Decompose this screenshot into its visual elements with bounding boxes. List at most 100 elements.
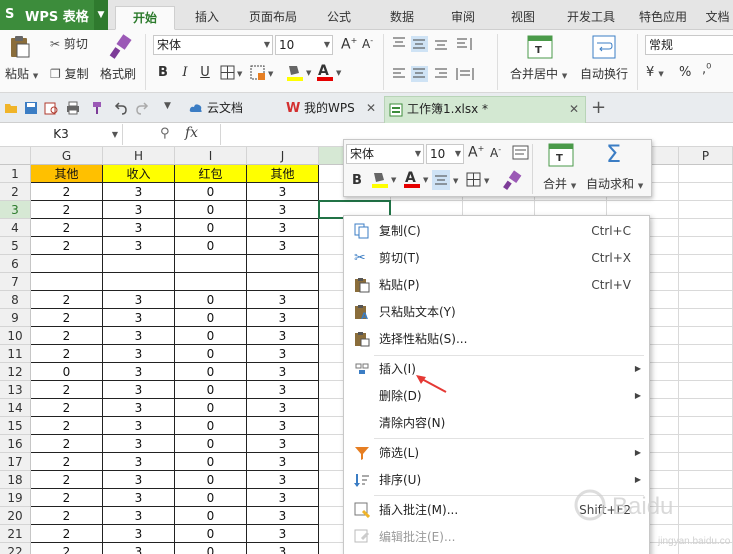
table-cell[interactable]: 3 bbox=[247, 219, 319, 237]
empty-cell[interactable] bbox=[679, 399, 733, 417]
currency-format-icon[interactable]: ¥ ▼ bbox=[646, 65, 664, 80]
table-cell[interactable]: 3 bbox=[103, 435, 175, 453]
horizontal-align-icons[interactable] bbox=[391, 66, 491, 82]
table-cell[interactable]: 0 bbox=[175, 219, 247, 237]
empty-cell[interactable] bbox=[679, 165, 733, 183]
row-header[interactable]: 13 bbox=[0, 381, 31, 399]
row-header[interactable]: 17 bbox=[0, 453, 31, 471]
font-color-icon[interactable]: A ▼ bbox=[315, 63, 345, 83]
table-cell[interactable]: 2 bbox=[31, 237, 103, 255]
row-header[interactable]: 15 bbox=[0, 417, 31, 435]
table-cell[interactable]: 3 bbox=[247, 237, 319, 255]
table-cell[interactable]: 0 bbox=[31, 363, 103, 381]
row-header[interactable]: 11 bbox=[0, 345, 31, 363]
table-cell[interactable]: 3 bbox=[247, 399, 319, 417]
tab-doc-assistant[interactable]: 文档助 bbox=[702, 6, 733, 30]
row-header[interactable]: 18 bbox=[0, 471, 31, 489]
undo-icon[interactable] bbox=[113, 101, 127, 115]
print-preview-icon[interactable] bbox=[44, 101, 58, 115]
table-cell[interactable] bbox=[103, 255, 175, 273]
table-cell[interactable]: 3 bbox=[103, 183, 175, 201]
doc-tab-workbook[interactable]: 工作簿1.xlsx * ✕ bbox=[384, 96, 586, 123]
mini-clear-format-icon[interactable] bbox=[512, 145, 530, 161]
tab-insert[interactable]: 插入 bbox=[182, 6, 232, 30]
table-cell[interactable]: 2 bbox=[31, 489, 103, 507]
table-cell[interactable]: 3 bbox=[103, 453, 175, 471]
empty-cell[interactable] bbox=[679, 291, 733, 309]
percent-format-button[interactable]: % bbox=[679, 65, 691, 80]
empty-cell[interactable] bbox=[679, 327, 733, 345]
close-tab-icon[interactable]: ✕ bbox=[569, 97, 579, 122]
doc-tab-my-wps[interactable]: W 我的WPS ✕ bbox=[282, 96, 382, 123]
table-cell[interactable]: 3 bbox=[103, 525, 175, 543]
table-cell[interactable]: 2 bbox=[31, 543, 103, 554]
mini-merge-button[interactable]: 合并 ▼ bbox=[543, 175, 576, 192]
open-folder-icon[interactable] bbox=[4, 101, 18, 115]
row-header[interactable]: 4 bbox=[0, 219, 31, 237]
table-cell[interactable] bbox=[31, 255, 103, 273]
table-cell[interactable]: 3 bbox=[247, 291, 319, 309]
table-cell[interactable]: 2 bbox=[31, 435, 103, 453]
redo-icon[interactable] bbox=[136, 101, 150, 115]
table-cell[interactable]: 0 bbox=[175, 489, 247, 507]
mini-merge-icon[interactable]: T bbox=[548, 143, 574, 167]
table-cell[interactable]: 3 bbox=[103, 489, 175, 507]
table-cell[interactable]: 3 bbox=[103, 201, 175, 219]
magnifier-icon[interactable]: ⚲ bbox=[160, 126, 170, 141]
table-cell[interactable]: 3 bbox=[247, 453, 319, 471]
mini-bold-button[interactable]: B bbox=[352, 173, 362, 188]
table-cell[interactable]: 3 bbox=[103, 381, 175, 399]
table-cell[interactable]: 3 bbox=[247, 507, 319, 525]
row-header[interactable]: 12 bbox=[0, 363, 31, 381]
menu-item-paste-special[interactable]: 选择性粘贴(S)... bbox=[344, 326, 649, 352]
table-cell[interactable]: 2 bbox=[31, 417, 103, 435]
header-cell[interactable]: 收入 bbox=[103, 165, 175, 183]
tab-review[interactable]: 审阅 bbox=[440, 6, 486, 30]
table-cell[interactable]: 0 bbox=[175, 201, 247, 219]
vertical-align-icons[interactable] bbox=[391, 36, 491, 52]
row-header[interactable]: 10 bbox=[0, 327, 31, 345]
table-cell[interactable]: 2 bbox=[31, 183, 103, 201]
mini-font-name-select[interactable]: 宋体 ▼ bbox=[346, 144, 424, 164]
decrease-font-size-icon[interactable]: A- bbox=[362, 36, 373, 51]
mini-align-center-icon[interactable]: ▼ bbox=[432, 170, 462, 190]
row-header[interactable]: 16 bbox=[0, 435, 31, 453]
font-name-select[interactable]: 宋体 ▼ bbox=[153, 35, 273, 55]
mini-increase-font-icon[interactable]: A+ bbox=[468, 144, 484, 161]
table-cell[interactable]: 2 bbox=[31, 201, 103, 219]
doc-tab-cloud[interactable]: 云文档 bbox=[185, 96, 277, 123]
header-cell[interactable]: 其他 bbox=[31, 165, 103, 183]
table-cell[interactable]: 0 bbox=[175, 291, 247, 309]
row-header[interactable]: 7 bbox=[0, 273, 31, 291]
table-cell[interactable] bbox=[175, 273, 247, 291]
table-cell[interactable]: 0 bbox=[175, 183, 247, 201]
table-cell[interactable]: 2 bbox=[31, 507, 103, 525]
row-header[interactable]: 8 bbox=[0, 291, 31, 309]
table-cell[interactable]: 3 bbox=[247, 525, 319, 543]
table-cell[interactable]: 2 bbox=[31, 327, 103, 345]
row-header[interactable]: 9 bbox=[0, 309, 31, 327]
table-cell[interactable]: 3 bbox=[247, 345, 319, 363]
mini-font-size-select[interactable]: 10 ▼ bbox=[426, 144, 464, 164]
tab-data[interactable]: 数据 bbox=[377, 6, 427, 30]
table-cell[interactable]: 2 bbox=[31, 219, 103, 237]
header-cell[interactable]: 其他 bbox=[247, 165, 319, 183]
table-cell[interactable]: 0 bbox=[175, 453, 247, 471]
table-cell[interactable]: 0 bbox=[175, 363, 247, 381]
row-header[interactable]: 1 bbox=[0, 165, 31, 183]
empty-cell[interactable] bbox=[679, 363, 733, 381]
header-cell[interactable]: 红包 bbox=[175, 165, 247, 183]
table-cell[interactable]: 2 bbox=[31, 399, 103, 417]
table-cell[interactable]: 3 bbox=[103, 507, 175, 525]
mini-autosum-button[interactable]: 自动求和 ▼ bbox=[586, 175, 643, 192]
cell-style-icon[interactable]: ▼ bbox=[250, 65, 278, 81]
select-all-corner[interactable] bbox=[0, 147, 31, 165]
mini-font-color-icon[interactable]: A ▼ bbox=[402, 170, 432, 190]
table-cell[interactable]: 2 bbox=[31, 525, 103, 543]
table-cell[interactable]: 3 bbox=[103, 471, 175, 489]
table-cell[interactable]: 3 bbox=[103, 417, 175, 435]
empty-cell[interactable] bbox=[679, 201, 733, 219]
menu-item-copy[interactable]: 复制(C) Ctrl+C bbox=[344, 218, 649, 244]
column-header[interactable]: I bbox=[175, 147, 247, 165]
table-cell[interactable]: 3 bbox=[103, 237, 175, 255]
